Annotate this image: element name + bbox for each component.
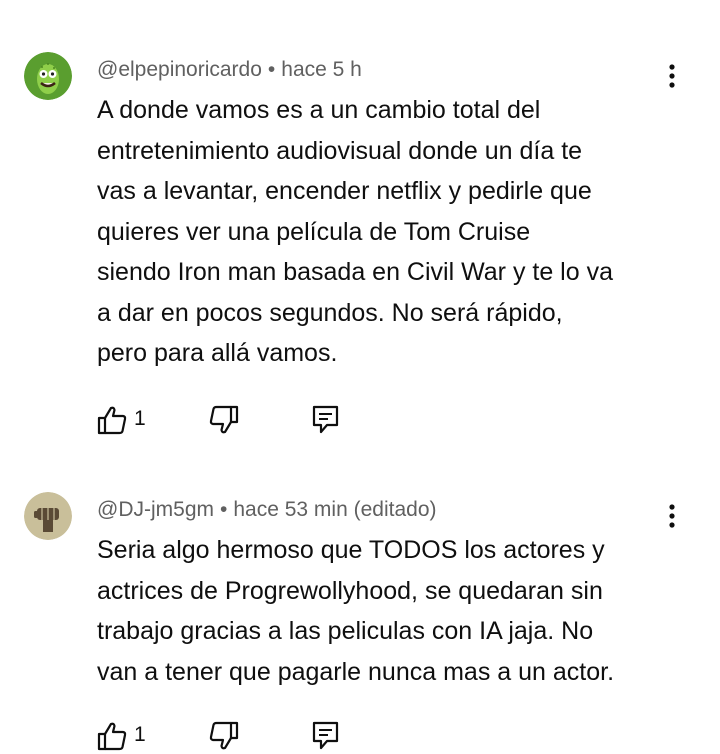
meta-separator: • (220, 498, 228, 521)
thumb-up-icon (97, 722, 127, 751)
comment-text-line: Seria algo hermoso que TODOS los actores… (97, 536, 605, 564)
reply-button[interactable] (310, 404, 344, 438)
like-count: 1 (134, 407, 146, 430)
comment-text-line: A donde vamos es a un cambio total del (97, 96, 541, 124)
more-options-button[interactable] (662, 62, 682, 92)
meta-separator: • (267, 58, 276, 81)
thumb-up-icon (97, 406, 127, 435)
like-count: 1 (134, 723, 146, 746)
comment-text-line: van a tener que pagarle nunca mas a un a… (97, 657, 615, 686)
thumb-down-icon (209, 721, 239, 750)
more-vertical-icon (669, 504, 675, 528)
comment: @elpepinoricardo • hace 5 h A donde vamos … (0, 0, 720, 440)
like-button[interactable]: 1 (96, 404, 166, 438)
like-button[interactable]: 1 (96, 720, 166, 754)
avatar[interactable] (24, 492, 72, 540)
dislike-button[interactable] (208, 720, 242, 754)
comment-text-line: siendo Iron man basada en Civil War y te… (97, 258, 613, 286)
reply-button[interactable] (310, 720, 344, 754)
comment-text-line: pero para allá vamos. (97, 339, 338, 367)
thumb-down-icon (209, 405, 239, 434)
reply-comment-icon (312, 721, 339, 750)
comment-text-line: trabajo gracias a las peliculas con IA j… (97, 617, 594, 645)
comment-text-line: actrices de Progrewollyhood, se quedaran… (97, 576, 603, 605)
author-name[interactable]: @elpepinoricardo (97, 58, 262, 81)
comment-text: A donde vamos es a un cambio total del e… (97, 90, 677, 374)
comment-text-line: a dar en pocos segundos. No será rápido, (97, 298, 563, 327)
comment-time: hace 5 h (281, 58, 362, 81)
fist-avatar-icon (24, 492, 72, 540)
pickle-rick-avatar-icon (24, 52, 72, 100)
comment: @DJ-jm5gm • hace 53 min (editado) Seria al… (0, 440, 720, 751)
dislike-button[interactable] (208, 404, 242, 438)
comment-text: Seria algo hermoso que TODOS los actores… (97, 530, 677, 692)
comment-text-line: entretenimiento audiovisual donde un día… (97, 136, 583, 165)
comment-header: @elpepinoricardo • hace 5 h (97, 57, 362, 83)
edited-label: (editado) (353, 498, 437, 521)
comment-header: @DJ-jm5gm • hace 53 min (editado) (97, 497, 437, 523)
avatar[interactable] (24, 52, 72, 100)
comment-text-line: vas a levantar, encender netflix y pedir… (97, 177, 592, 205)
comment-time: hace 53 min (233, 498, 348, 521)
more-vertical-icon (669, 64, 675, 88)
reply-comment-icon (312, 405, 339, 434)
comment-text-line: quieres ver una película de Tom Cruise (97, 217, 531, 246)
more-options-button[interactable] (662, 502, 682, 532)
author-name[interactable]: @DJ-jm5gm (97, 498, 214, 521)
